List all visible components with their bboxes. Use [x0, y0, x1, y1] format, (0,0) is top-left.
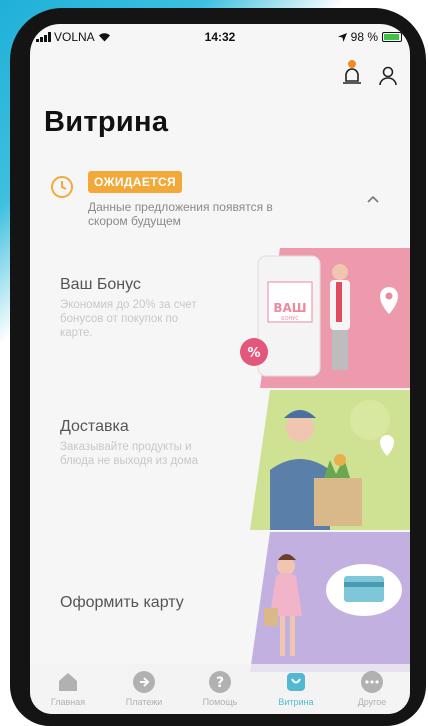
offer-title: Оформить карту: [60, 594, 184, 611]
offer-title: Ваш Бонус: [60, 276, 141, 293]
battery-icon: [382, 32, 402, 42]
profile-button[interactable]: [376, 64, 400, 88]
delivery-illustration: [250, 390, 410, 530]
tab-label: Другое: [357, 697, 387, 707]
clock-icon: [51, 176, 73, 198]
offer-description: Экономия до 20% за счет бонусов от покуп…: [60, 299, 197, 339]
more-icon: [361, 671, 383, 693]
tab-showcase[interactable]: Витрина: [261, 670, 331, 714]
offer-title: Доставка: [60, 418, 129, 435]
status-text: Данные предложения появятся в скором буд…: [88, 200, 273, 228]
bonus-art-sublabel: БОНУС: [281, 316, 299, 322]
tab-bar: Главная Платежи ? Помощь Витрина Другое: [30, 664, 410, 714]
tab-label: Платежи: [125, 697, 163, 707]
status-badge: ОЖИДАЕТСЯ: [88, 171, 183, 193]
offer-card[interactable]: Оформить карту: [30, 532, 410, 672]
notifications-button[interactable]: [340, 60, 364, 88]
page-title: Витрина: [44, 106, 169, 138]
user-icon: [379, 66, 397, 86]
arrow-right-icon: [133, 671, 155, 693]
offer-bonus[interactable]: Ваш Бонус Экономия до 20% за счет бонусо…: [30, 248, 410, 388]
tab-label: Витрина: [278, 697, 314, 707]
home-icon: [59, 673, 77, 691]
bag-icon: [287, 673, 305, 691]
tab-label: Главная: [50, 697, 86, 707]
tab-home[interactable]: Главная: [33, 670, 103, 714]
location-arrow-icon: [337, 32, 347, 42]
tab-help[interactable]: ? Помощь: [185, 670, 255, 714]
status-right: 98 %: [337, 30, 402, 44]
card-illustration: [250, 532, 410, 672]
notification-dot: [348, 60, 356, 68]
question-icon: ?: [209, 671, 231, 693]
offer-delivery[interactable]: Доставка Заказывайте продукты и блюда не…: [30, 390, 410, 530]
chevron-up-icon[interactable]: [366, 192, 380, 206]
tab-payments[interactable]: Платежи: [109, 670, 179, 714]
bonus-art-label: ВАШ: [273, 301, 306, 315]
offer-description: Заказывайте продукты и блюда не выходя и…: [60, 441, 198, 467]
bonus-illustration: ВАШ БОНУС %: [240, 248, 410, 388]
tab-other[interactable]: Другое: [337, 670, 407, 714]
screen: VOLNA 14:32 98 % Витрина ОЖИДАЕТСЯ Данны…: [30, 24, 410, 714]
tab-label: Помощь: [202, 697, 238, 707]
percent-badge: %: [247, 346, 260, 361]
battery-percent: 98 %: [350, 30, 378, 44]
status-card[interactable]: ОЖИДАЕТСЯ Данные предложения появятся в …: [30, 160, 410, 238]
status-bar: VOLNA 14:32 98 %: [30, 24, 410, 50]
svg-text:?: ?: [216, 675, 224, 691]
